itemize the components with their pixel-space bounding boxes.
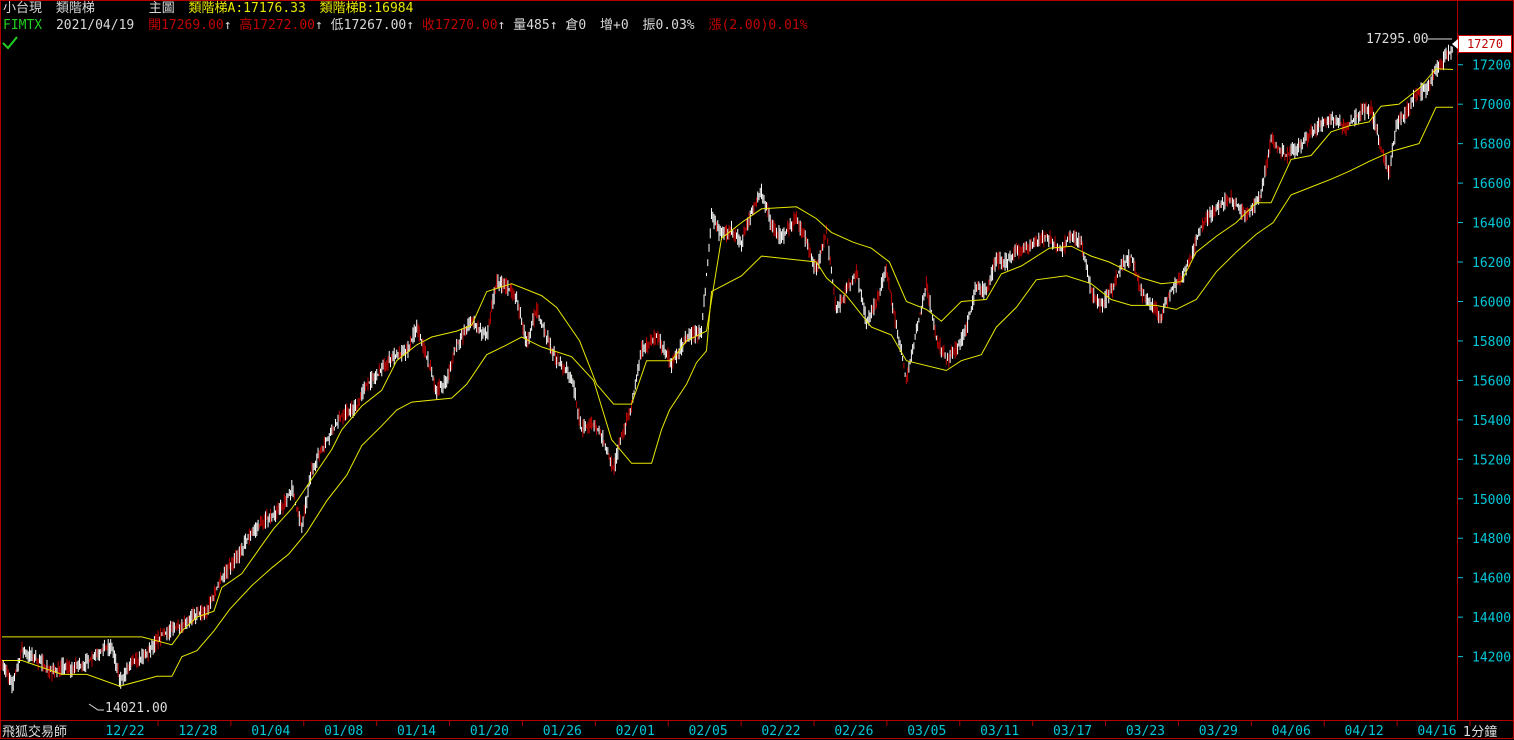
up-arrow-icon: ↑ (314, 18, 323, 33)
high-label: 17295.00 (1366, 32, 1429, 47)
high-price: 高17272.00 (239, 18, 315, 33)
low-price: 低17267.00 (330, 18, 407, 33)
price-axis-panel (1457, 0, 1514, 721)
symbol: FIMTX (3, 18, 43, 33)
price-chart[interactable]: 1420014400146001480015000152001540015600… (0, 0, 1514, 739)
up-arrow-icon: ↑ (549, 18, 558, 33)
open-interest: 倉0 (565, 18, 587, 33)
low-marker-line (88, 703, 104, 711)
open-price: 開17269.00 (148, 18, 224, 33)
check-icon[interactable] (2, 36, 18, 54)
ladder-lines (2, 68, 1454, 687)
up-arrow-icon: ↑ (406, 18, 415, 33)
low-label: 14021.00 (105, 701, 168, 716)
close-price: 收17270.00 (421, 18, 498, 33)
header-row-2: FIMTX 2021/04/19 開17269.00↑ 高17272.00↑ 低… (3, 17, 808, 34)
header-row-1: 小台現 類階梯 主圖 類階梯A:17176.33 類階梯B:16984 (3, 0, 413, 17)
main-chart-label: 主圖 (148, 1, 175, 16)
brand-label: 飛狐交易師 (2, 725, 68, 740)
quote-date: 2021/04/19 (55, 18, 135, 33)
indicator-name: 類階梯 (55, 1, 95, 16)
period-selector[interactable]: 1分鐘 (1463, 721, 1497, 740)
price-change: 漲(2.00)0.01% (708, 18, 808, 33)
product-name: 小台現 (3, 1, 43, 16)
up-arrow-icon: ↑ (497, 18, 506, 33)
up-arrow-icon: ↑ (223, 18, 232, 33)
candle-bars (1, 44, 1453, 694)
ladder-b-value: 類階梯B:16984 (319, 1, 414, 16)
time-axis-bar (0, 720, 1514, 740)
oi-change: 增+0 (600, 18, 629, 33)
last-price-tag: 17270 (1452, 35, 1512, 53)
ladder-a-value: 類階梯A:17176.33 (188, 1, 306, 16)
high-marker (88, 38, 1452, 711)
ladder-series-line (2, 68, 1454, 646)
amplitude: 振0.03% (642, 18, 695, 33)
volume: 量485 (513, 18, 550, 33)
ladder-series-line (2, 106, 1453, 687)
